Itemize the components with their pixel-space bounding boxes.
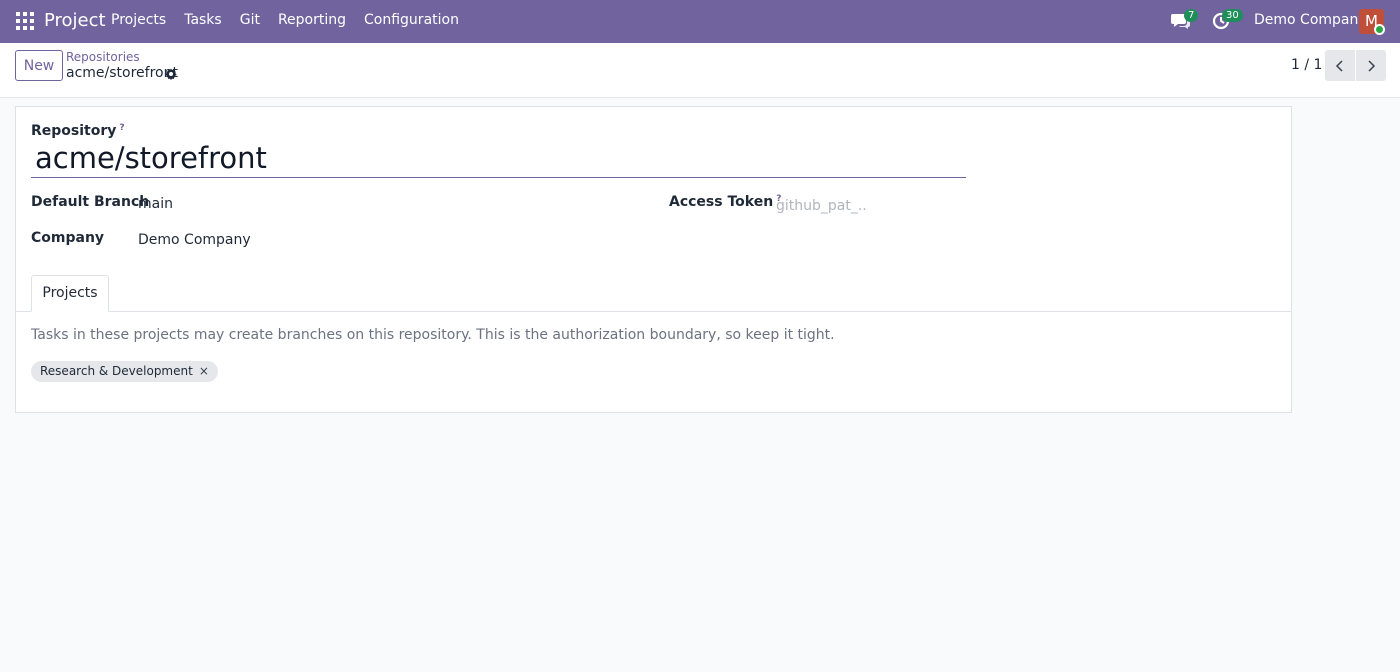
access-token-input[interactable] xyxy=(776,195,866,217)
online-status-dot xyxy=(1374,24,1385,35)
repository-label-text: Repository xyxy=(31,123,117,139)
repository-name-input[interactable] xyxy=(31,139,966,178)
gear-icon[interactable] xyxy=(165,68,177,80)
project-tag-label: Research & Development xyxy=(40,364,193,378)
menu-item-reporting[interactable]: Reporting xyxy=(278,12,346,28)
pager-previous-button[interactable] xyxy=(1325,50,1355,81)
repository-label: Repository? xyxy=(31,123,125,139)
company-label: Company xyxy=(31,230,105,246)
projects-description: Tasks in these projects may create branc… xyxy=(31,327,835,343)
activities-count-badge: 30 xyxy=(1222,9,1243,22)
apps-grid-icon[interactable] xyxy=(16,12,34,30)
tab-projects[interactable]: Projects xyxy=(31,275,109,312)
company-field[interactable]: Demo Company xyxy=(138,232,251,248)
default-branch-label: Default Branch xyxy=(31,194,150,210)
menu-item-projects[interactable]: Projects xyxy=(111,12,166,28)
control-panel: New Repositories acme/storefront 1 / 1 xyxy=(0,43,1400,98)
notebook-tabs: Projects xyxy=(16,275,1291,312)
new-button[interactable]: New xyxy=(15,50,63,81)
main-menu: Projects Tasks Git Reporting Configurati… xyxy=(111,12,459,28)
breadcrumb-repositories[interactable]: Repositories xyxy=(66,50,140,64)
form-sheet: Repository? Default Branch main Company … xyxy=(15,106,1292,413)
breadcrumb-current-record: acme/storefront xyxy=(66,65,178,81)
repository-help-icon[interactable]: ? xyxy=(119,123,124,133)
company-switcher[interactable]: Demo Company xyxy=(1254,12,1367,28)
chevron-left-icon xyxy=(1335,59,1343,72)
tag-remove-icon[interactable]: × xyxy=(199,361,209,382)
messages-count-badge: 7 xyxy=(1184,9,1199,22)
pager-next-button[interactable] xyxy=(1356,50,1386,81)
access-token-label: Access Token? xyxy=(669,194,781,210)
top-navbar: Project Projects Tasks Git Reporting Con… xyxy=(0,0,1400,43)
menu-item-git[interactable]: Git xyxy=(240,12,260,28)
menu-item-tasks[interactable]: Tasks xyxy=(184,12,222,28)
pager-value[interactable]: 1 / 1 xyxy=(1291,57,1322,73)
default-branch-field[interactable]: main xyxy=(138,196,173,212)
access-token-label-text: Access Token xyxy=(669,194,774,210)
chevron-right-icon xyxy=(1368,59,1376,72)
menu-item-configuration[interactable]: Configuration xyxy=(364,12,459,28)
app-name[interactable]: Project xyxy=(44,10,106,31)
project-tag: Research & Development × xyxy=(31,361,218,382)
